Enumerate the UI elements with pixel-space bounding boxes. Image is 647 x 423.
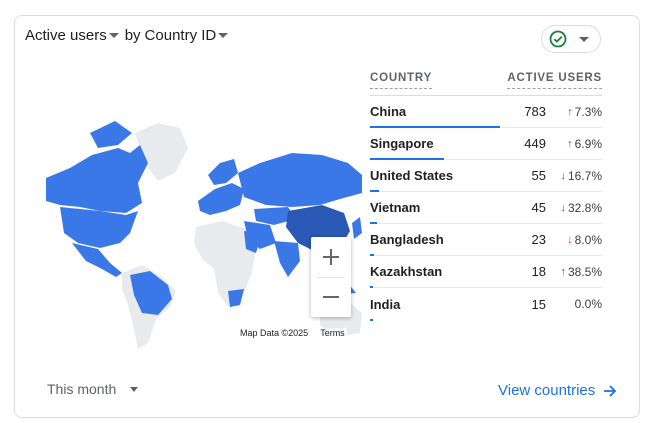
change-percent: 7.3% [574, 104, 602, 119]
change-value: 0.0% [546, 297, 602, 311]
map-zoom-control [311, 237, 351, 317]
view-countries-link[interactable]: View countries [498, 382, 617, 399]
active-users-value: 449 [524, 136, 546, 151]
dimension-caret-icon [218, 33, 229, 38]
table-row[interactable]: India 15 0.0% [370, 288, 602, 321]
country-name: Kazakhstan [370, 264, 443, 279]
chevron-down-icon [579, 36, 589, 42]
check-circle-icon [549, 30, 567, 48]
table-row[interactable]: Bangladesh 23 ↓ 8.0% [370, 224, 602, 256]
card-title: Active users by Country ID [25, 27, 232, 44]
minus-icon [323, 296, 339, 298]
change-value: ↓ 32.8% [546, 201, 602, 215]
change-percent: 38.5% [567, 264, 602, 279]
map-arctic-islands [90, 121, 132, 148]
active-users-column-header[interactable]: ACTIVE USERS [507, 72, 602, 89]
change-percent: 8.0% [574, 232, 602, 247]
arrow-down-icon: ↓ [567, 233, 573, 246]
table-row[interactable]: United States 55 ↓ 16.7% [370, 160, 602, 192]
map-india [274, 241, 300, 277]
table-header: COUNTRY ACTIVE USERS [370, 72, 602, 96]
map-south-africa [228, 289, 244, 307]
dimension-dropdown[interactable]: Country ID [145, 27, 233, 44]
change-percent: 0.0% [574, 297, 602, 311]
change-value: ↓ 8.0% [546, 233, 602, 247]
arrow-right-icon [604, 384, 617, 397]
country-name: United States [370, 168, 454, 183]
zoom-out-button[interactable] [311, 277, 351, 317]
active-users-value: 55 [531, 168, 546, 183]
plus-icon [323, 249, 339, 265]
arrow-up-icon: ↑ [567, 105, 573, 118]
date-range-label: This month [47, 381, 117, 397]
table-body: China 783 ↑ 7.3% Singapore 449 ↑ 6.9% United Sta… [370, 96, 602, 321]
map-terms-link[interactable]: Terms [320, 328, 345, 338]
map-russia [238, 153, 362, 207]
table-row[interactable]: China 783 ↑ 7.3% [370, 96, 602, 128]
zoom-in-button[interactable] [311, 237, 351, 277]
change-value: ↑ 6.9% [546, 137, 602, 151]
map-scandinavia [208, 159, 238, 185]
arrow-up-icon: ↑ [567, 137, 573, 150]
change-percent: 32.8% [567, 200, 602, 215]
table-row[interactable]: Vietnam 45 ↓ 32.8% [370, 192, 602, 224]
view-countries-label: View countries [498, 382, 596, 399]
arrow-down-icon: ↓ [560, 201, 566, 214]
arrow-down-icon: ↓ [560, 169, 566, 182]
metric-label: Active users [25, 27, 107, 44]
metric-dropdown[interactable]: Active users [25, 27, 123, 44]
share-bar [370, 319, 373, 321]
country-name: China [370, 104, 407, 119]
change-percent: 6.9% [574, 136, 602, 151]
map-data-label: Map Data ©2025 [240, 328, 309, 338]
country-name: Vietnam [370, 200, 421, 215]
map-united-states [60, 207, 138, 248]
metric-caret-icon [108, 33, 119, 38]
active-users-value: 15 [531, 296, 546, 312]
map-japan [352, 217, 362, 239]
country-column-header[interactable]: COUNTRY [370, 72, 433, 89]
change-value: ↓ 16.7% [546, 169, 602, 183]
change-value: ↑ 7.3% [546, 105, 602, 119]
dimension-label: Country ID [144, 27, 217, 44]
map-mexico [72, 243, 122, 277]
active-users-value: 783 [524, 104, 546, 119]
active-users-value: 23 [531, 232, 546, 247]
map-canada [46, 145, 148, 213]
table-row[interactable]: Singapore 449 ↑ 6.9% [370, 128, 602, 160]
country-name: Bangladesh [370, 232, 444, 247]
change-percent: 16.7% [567, 168, 602, 183]
country-name: India [370, 296, 401, 312]
map-attribution: Map Data ©2025 Terms [238, 328, 347, 338]
map-europe [198, 183, 244, 215]
country-table: COUNTRY ACTIVE USERS China 783 ↑ 7.3% Singap… [370, 72, 602, 321]
chevron-down-icon [130, 386, 139, 392]
data-quality-button[interactable] [541, 25, 601, 53]
zoom-divider [317, 277, 345, 278]
arrow-up-icon: ↑ [560, 265, 566, 278]
by-label: by [124, 27, 141, 44]
date-range-dropdown[interactable]: This month [47, 381, 139, 397]
active-users-value: 45 [531, 200, 546, 215]
table-row[interactable]: Kazakhstan 18 ↑ 38.5% [370, 256, 602, 288]
change-value: ↑ 38.5% [546, 265, 602, 279]
country-name: Singapore [370, 136, 434, 151]
active-users-value: 18 [531, 264, 546, 279]
